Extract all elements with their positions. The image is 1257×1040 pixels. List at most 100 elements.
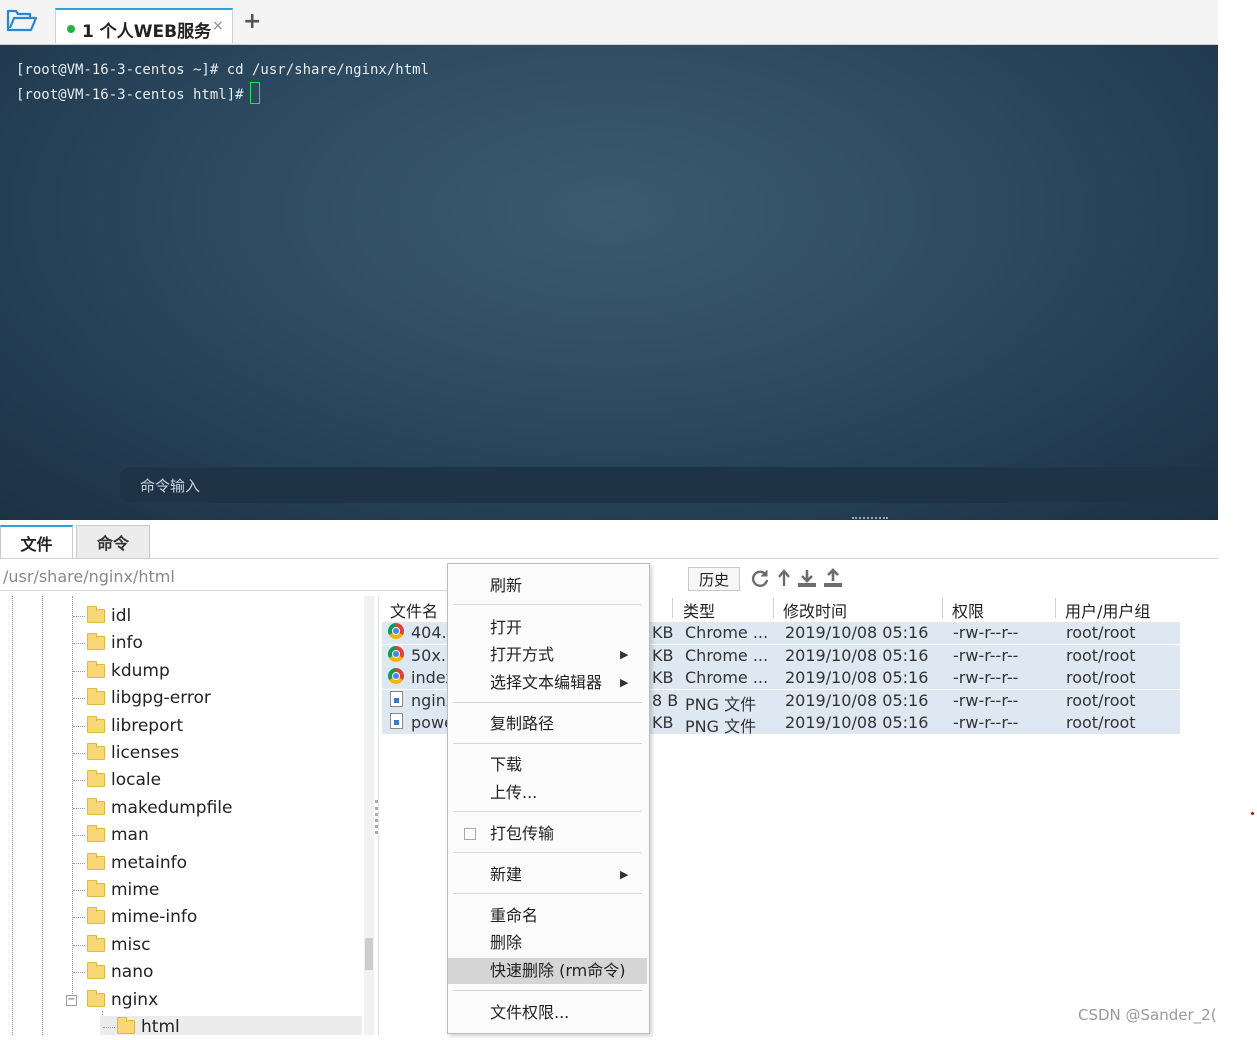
history-button[interactable]: 历史 xyxy=(688,567,740,591)
tree-item-label: nginx xyxy=(111,990,159,1010)
submenu-arrow-icon: ▶ xyxy=(620,648,629,661)
pack-transfer-checkbox[interactable] xyxy=(464,828,476,840)
png-file-icon xyxy=(390,713,403,729)
tree-item-label: libreport xyxy=(111,716,184,736)
add-tab-button[interactable]: + xyxy=(243,9,261,34)
folder-icon xyxy=(87,798,105,815)
file-size: KB xyxy=(652,713,674,732)
column-header-modified[interactable]: 修改时间 xyxy=(783,598,847,622)
menu-item-choose-editor[interactable]: 选择文本编辑器 ▶ xyxy=(448,670,647,696)
terminal-pane[interactable]: [root@VM-16-3-centos ~]# cd /usr/share/n… xyxy=(0,45,1218,520)
tree-item-label: info xyxy=(111,633,143,653)
close-tab-icon[interactable]: × xyxy=(212,18,224,34)
tab-commands[interactable]: 命令 xyxy=(76,525,150,558)
tree-connector xyxy=(73,643,85,644)
folder-icon xyxy=(87,770,105,787)
menu-item-pack-transfer[interactable]: 打包传输 xyxy=(448,821,647,847)
menu-item-quick-delete[interactable]: 快速删除 (rm命令) xyxy=(448,958,647,984)
tree-connector xyxy=(73,698,85,699)
menu-item-open-with[interactable]: 打开方式 ▶ xyxy=(448,642,647,668)
parent-directory-icon[interactable] xyxy=(776,568,796,588)
panel-splitter-handle[interactable] xyxy=(375,800,381,834)
folder-icon xyxy=(87,716,105,733)
menu-item-copy-path[interactable]: 复制路径 xyxy=(448,711,647,737)
tree-item-label: makedumpfile xyxy=(111,798,233,818)
tree-item-label: man xyxy=(111,825,149,845)
menu-item-open[interactable]: 打开 xyxy=(448,615,647,641)
pane-resize-handle[interactable] xyxy=(852,517,888,524)
folder-icon xyxy=(87,688,105,705)
file-type: PNG 文件 xyxy=(685,717,757,736)
column-header-type[interactable]: 类型 xyxy=(683,598,715,622)
column-header-permissions[interactable]: 权限 xyxy=(952,598,984,622)
tree-item-label: kdump xyxy=(111,661,170,681)
file-size: KB xyxy=(652,623,674,642)
file-size: KB xyxy=(652,646,674,665)
file-modified: 2019/10/08 05:16 xyxy=(785,646,929,665)
tree-item-label: idl xyxy=(111,606,132,626)
context-menu: 刷新 打开 打开方式 ▶ 选择文本编辑器 ▶ 复制路径 下载 上传... 打包传输 … xyxy=(447,563,650,1034)
tree-connector xyxy=(103,1027,115,1028)
tree-item-label: mime-info xyxy=(111,907,198,927)
file-permissions: -rw-r--r-- xyxy=(953,691,1019,710)
file-modified: 2019/10/08 05:16 xyxy=(785,713,929,732)
session-tab-bar: 1 个人WEB服务 × + xyxy=(0,0,1218,45)
column-header-owner[interactable]: 用户/用户组 xyxy=(1065,598,1150,622)
submenu-arrow-icon: ▶ xyxy=(620,676,629,689)
tree-connector xyxy=(73,671,85,672)
tree-scrollbar-thumb[interactable] xyxy=(365,938,373,970)
collapse-toggle-icon[interactable]: − xyxy=(66,995,77,1006)
file-type: Chrome ... xyxy=(685,623,769,642)
file-permissions: -rw-r--r-- xyxy=(953,646,1019,665)
command-input[interactable]: 命令输入 xyxy=(120,467,1218,503)
menu-item-download[interactable]: 下载 xyxy=(448,752,647,778)
tree-item-label: licenses xyxy=(111,743,180,763)
file-owner: root/root xyxy=(1066,691,1136,710)
watermark: CSDN @Sander_2( xyxy=(1078,1006,1217,1024)
file-owner: root/root xyxy=(1066,668,1136,687)
tree-connector xyxy=(73,726,85,727)
session-tab[interactable]: 1 个人WEB服务 × xyxy=(55,8,233,43)
submenu-arrow-icon: ▶ xyxy=(620,868,629,881)
chrome-icon xyxy=(388,623,404,639)
path-input[interactable]: /usr/share/nginx/html xyxy=(3,567,175,586)
folder-icon xyxy=(87,853,105,870)
upload-icon[interactable] xyxy=(823,568,843,588)
terminal-line: [root@VM-16-3-centos ~]# cd /usr/share/n… xyxy=(16,62,430,78)
file-type: Chrome ... xyxy=(685,668,769,687)
tree-item-label: html xyxy=(141,1017,180,1037)
menu-item-new[interactable]: 新建 ▶ xyxy=(448,862,647,888)
tree-connector xyxy=(73,616,85,617)
menu-item-refresh[interactable]: 刷新 xyxy=(448,573,647,599)
tree-item-label: mime xyxy=(111,880,160,900)
chrome-icon xyxy=(388,646,404,662)
menu-item-permissions[interactable]: 文件权限... xyxy=(448,1000,647,1026)
tree-connector xyxy=(73,863,85,864)
tab-files[interactable]: 文件 xyxy=(0,525,73,558)
tree-connector xyxy=(73,808,85,809)
folder-icon xyxy=(87,907,105,924)
refresh-icon[interactable] xyxy=(750,568,770,588)
column-header-name[interactable]: 文件名 xyxy=(390,598,438,622)
menu-item-upload[interactable]: 上传... xyxy=(448,780,647,806)
tree-connector xyxy=(73,753,85,754)
tree-item-label: nano xyxy=(111,962,154,982)
folder-icon xyxy=(117,1017,135,1034)
folder-icon xyxy=(87,990,105,1007)
menu-item-rename[interactable]: 重命名 xyxy=(448,903,647,929)
download-icon[interactable] xyxy=(797,568,817,588)
tree-connector xyxy=(73,945,85,946)
menu-item-delete[interactable]: 删除 xyxy=(448,930,647,956)
file-type: Chrome ... xyxy=(685,646,769,665)
bottom-tab-bar: 文件 命令 xyxy=(0,525,1218,559)
file-permissions: -rw-r--r-- xyxy=(953,623,1019,642)
connected-status-dot xyxy=(67,25,75,33)
folder-icon xyxy=(87,935,105,952)
tree-connector xyxy=(73,780,85,781)
open-session-folder-icon[interactable] xyxy=(6,8,42,36)
folder-icon xyxy=(87,962,105,979)
file-modified: 2019/10/08 05:16 xyxy=(785,691,929,710)
tree-connector xyxy=(73,972,85,973)
tree-connector xyxy=(73,890,85,891)
file-size: KB xyxy=(652,668,674,687)
